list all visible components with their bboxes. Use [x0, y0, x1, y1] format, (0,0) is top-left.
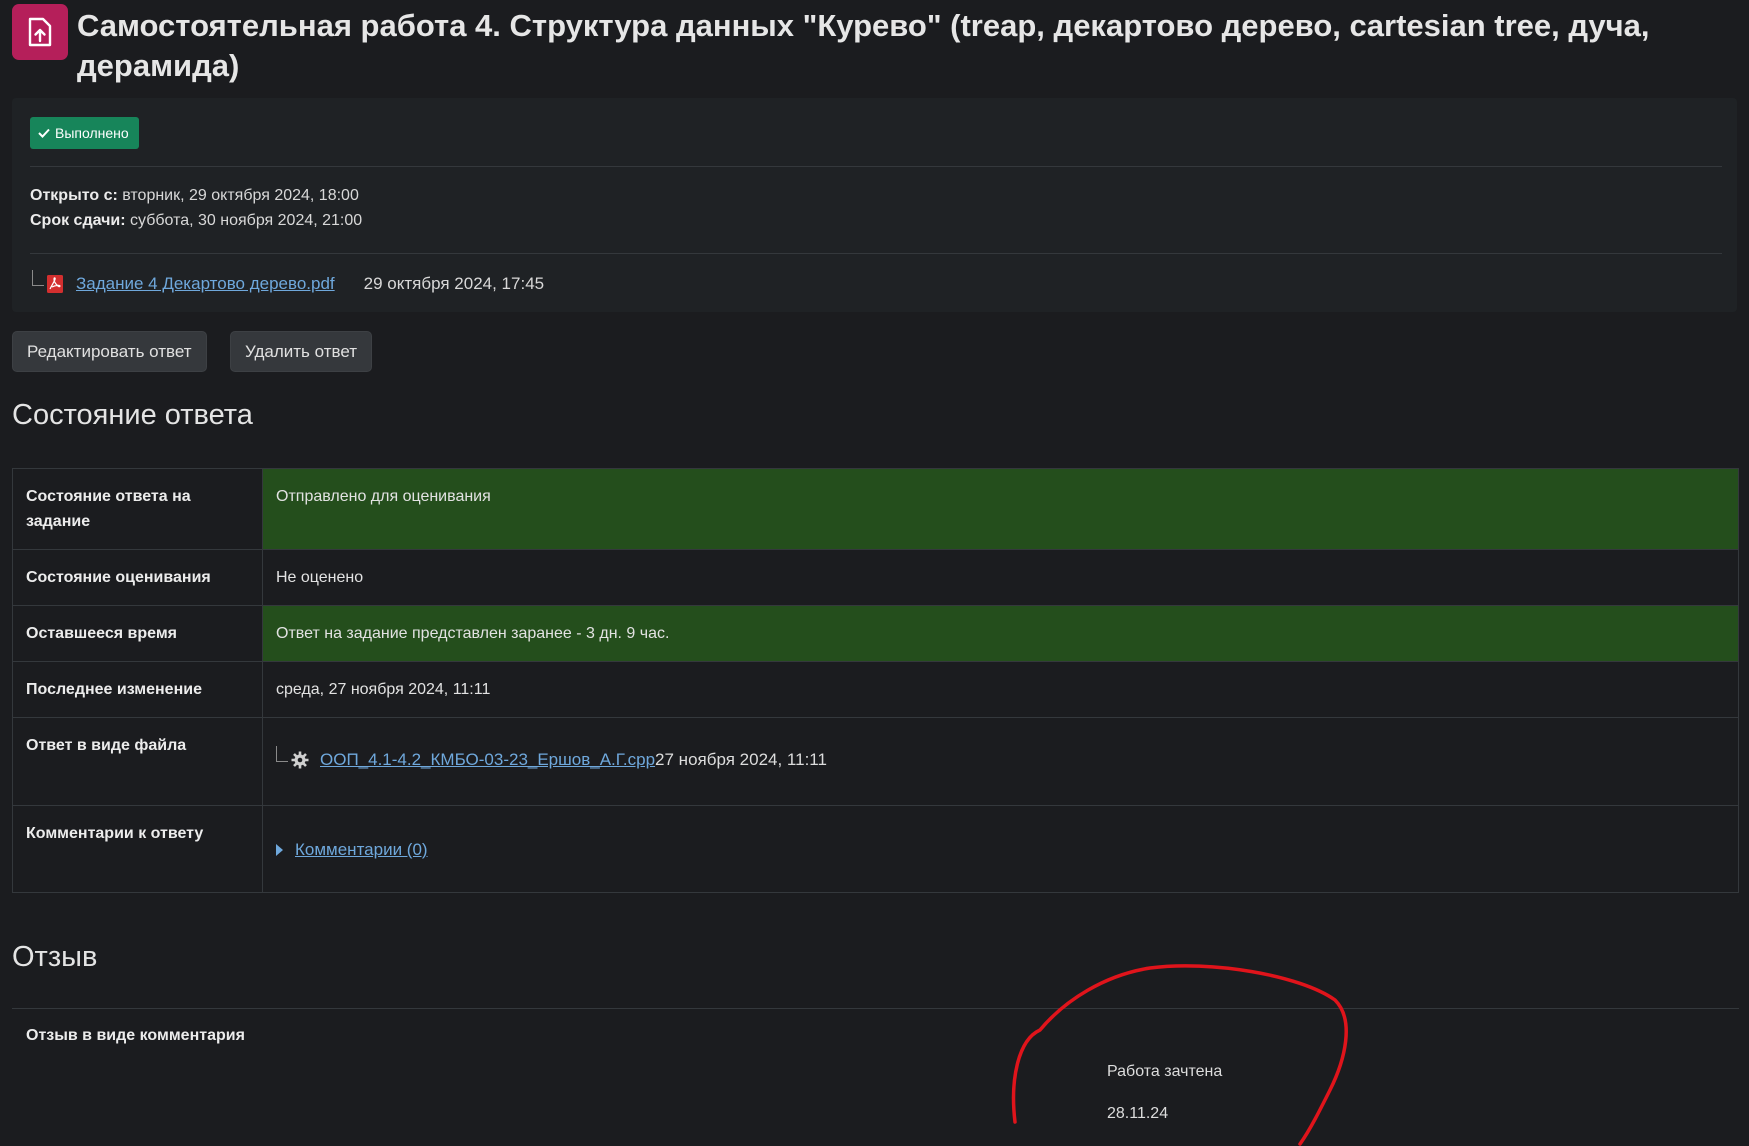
row-value: Ответ на задание представлен заранее - 3… [262, 605, 1739, 662]
comments-toggle[interactable]: Комментарии (0) [276, 821, 1725, 862]
row-value: Отправлено для оценивания [262, 468, 1739, 550]
page-title: Самостоятельная работа 4. Структура данн… [77, 8, 1650, 83]
submitted-file-link[interactable]: ООП_4.1-4.2_КМБО-03-23_Ершов_А.Г.cpp [320, 747, 655, 772]
opened-label: Открыто с: [30, 187, 118, 204]
attachment-date: 29 октября 2024, 17:45 [363, 274, 545, 293]
table-row: Комментарии к ответу Комментарии (0) [12, 805, 1739, 893]
divider [30, 253, 1722, 254]
comments-link[interactable]: Комментарии (0) [295, 837, 428, 862]
row-value: Не оценено [262, 549, 1739, 606]
tree-connector [32, 270, 44, 286]
row-value: среда, 27 ноября 2024, 11:11 [262, 661, 1739, 718]
table-row: Последнее изменение среда, 27 ноября 202… [12, 661, 1739, 718]
delete-submission-button[interactable]: Удалить ответ [230, 331, 373, 372]
due-value: суббота, 30 ноября 2024, 21:00 [130, 212, 363, 229]
page-header: Самостоятельная работа 4. Структура данн… [12, 4, 1732, 86]
completion-badge: Выполнено [30, 117, 139, 149]
assignment-upload-icon [12, 4, 68, 60]
feedback-heading: Отзыв [12, 941, 98, 973]
row-label: Состояние оценивания [12, 549, 263, 606]
row-label: Ответ в виде файла [12, 717, 263, 806]
feedback-comment-label: Отзыв в виде комментария [26, 1027, 245, 1044]
row-label: Комментарии к ответу [12, 805, 263, 893]
caret-right-icon [276, 843, 283, 856]
assignment-page: Самостоятельная работа 4. Структура данн… [0, 0, 1749, 1146]
table-row: Состояние ответа на задание Отправлено д… [12, 468, 1739, 550]
submission-status-table: Состояние ответа на задание Отправлено д… [12, 468, 1739, 893]
activity-info-panel: Выполнено Открыто с: вторник, 29 октября… [12, 98, 1737, 312]
completion-label: Выполнено [55, 125, 129, 141]
tree-connector [276, 745, 288, 762]
attachment-row: Задание 4 Декартово дерево.pdf 29 октябр… [32, 270, 545, 294]
row-value: Комментарии (0) [262, 805, 1739, 893]
submitted-file-date: 27 ноября 2024, 11:11 [655, 750, 827, 769]
feedback-comment-line: 28.11.24 [1107, 1105, 1169, 1122]
check-icon [38, 128, 50, 138]
row-label: Состояние ответа на задание [12, 468, 263, 550]
feedback-comment-line: Работа зачтена [1107, 1063, 1223, 1080]
attachment-link[interactable]: Задание 4 Декартово дерево.pdf [76, 274, 335, 294]
table-row: Оставшееся время Ответ на задание предст… [12, 605, 1739, 662]
table-row: Ответ в виде файла ООП_4.1-4.2_КМБО-03-2… [12, 717, 1739, 806]
submission-status-heading: Состояние ответа [12, 399, 253, 431]
due-label: Срок сдачи: [30, 212, 126, 229]
edit-submission-button[interactable]: Редактировать ответ [12, 331, 207, 372]
due-date: Срок сдачи: суббота, 30 ноября 2024, 21:… [30, 212, 362, 230]
row-value: ООП_4.1-4.2_КМБО-03-23_Ершов_А.Г.cpp 27 н… [262, 717, 1739, 806]
opened-date: Открыто с: вторник, 29 октября 2024, 18:… [30, 187, 359, 205]
submitted-file: ООП_4.1-4.2_КМБО-03-23_Ершов_А.Г.cpp 27 н… [276, 733, 1725, 772]
row-label: Оставшееся время [12, 605, 263, 662]
divider [12, 1008, 1739, 1009]
divider [30, 166, 1722, 167]
row-label: Последнее изменение [12, 661, 263, 718]
opened-value: вторник, 29 октября 2024, 18:00 [122, 187, 359, 204]
table-row: Состояние оценивания Не оценено [12, 549, 1739, 606]
gear-file-icon [291, 751, 309, 768]
pdf-file-icon [47, 275, 63, 293]
